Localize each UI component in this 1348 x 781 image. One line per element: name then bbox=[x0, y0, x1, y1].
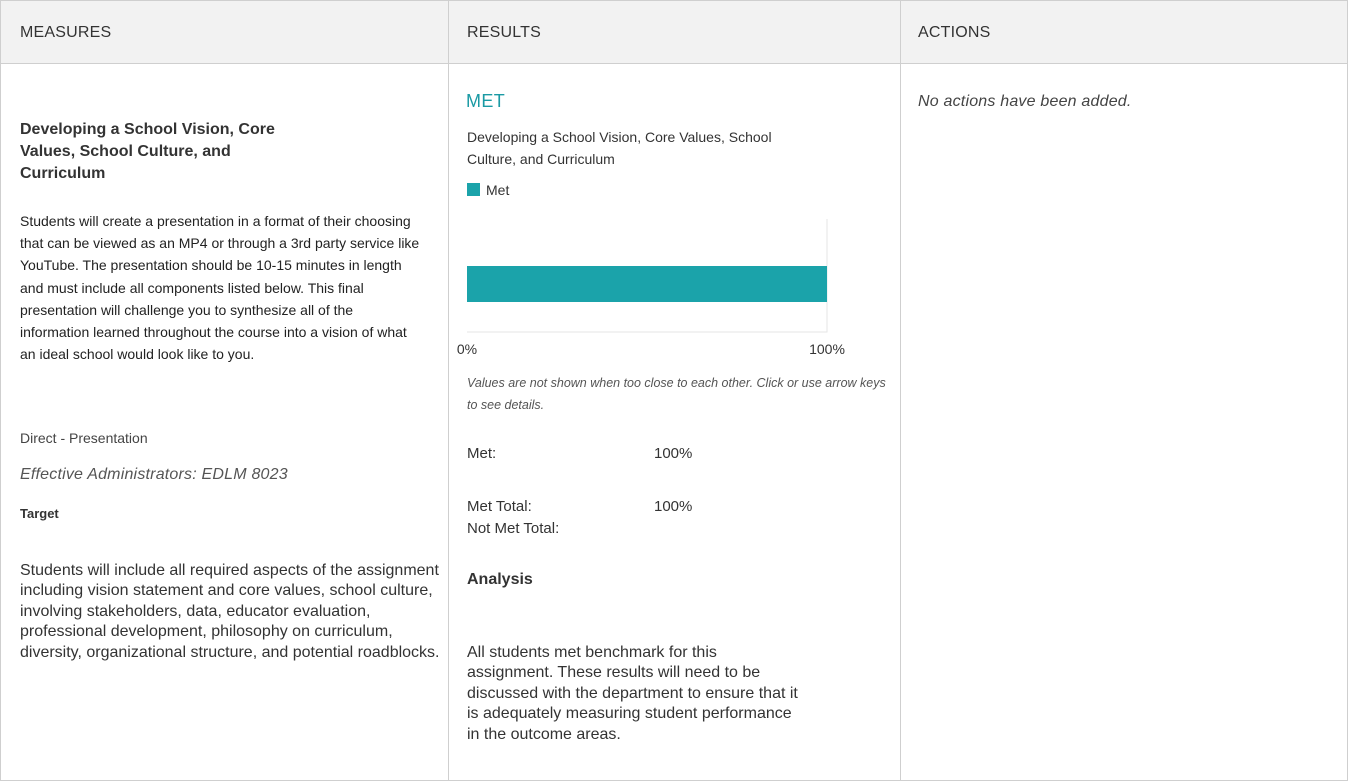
header-results: RESULTS bbox=[467, 24, 542, 41]
target-label: Target bbox=[20, 506, 59, 521]
measure-description: Students will create a presentation in a… bbox=[20, 213, 420, 363]
measures-results-table: MEASURES RESULTS ACTIONS Developing a Sc… bbox=[0, 0, 1348, 781]
analysis-text: All students met benchmark for this assi… bbox=[467, 644, 798, 743]
results-bar-chart[interactable]: 0% 100% bbox=[441, 219, 861, 364]
met-total-value: 100% bbox=[654, 498, 693, 515]
chart-legend: Met bbox=[467, 182, 509, 200]
header-actions: ACTIONS bbox=[918, 24, 991, 41]
legend-label-met: Met bbox=[486, 182, 510, 198]
met-value: 100% bbox=[654, 445, 693, 462]
met-label: Met: bbox=[467, 445, 497, 462]
table-header: MEASURES RESULTS ACTIONS bbox=[1, 1, 1347, 64]
measure-target: Students will include all required aspec… bbox=[20, 562, 440, 661]
measure-method: Direct - Presentation bbox=[20, 430, 148, 446]
chart-note: Values are not shown when too close to e… bbox=[467, 376, 886, 412]
legend-swatch bbox=[467, 183, 480, 196]
bar-met[interactable] bbox=[467, 266, 827, 302]
not-met-total-label: Not Met Total: bbox=[467, 520, 560, 537]
header-measures: MEASURES bbox=[20, 24, 112, 41]
column-divider bbox=[900, 1, 901, 780]
analysis-label: Analysis bbox=[467, 571, 533, 588]
met-total-label: Met Total: bbox=[467, 498, 532, 515]
x-tick-label: 100% bbox=[809, 341, 845, 357]
x-tick-label: 0% bbox=[457, 341, 477, 357]
measure-title: Developing a School Vision, Core Values,… bbox=[20, 121, 275, 182]
measure-course: Effective Administrators: EDLM 8023 bbox=[20, 466, 288, 483]
result-status: MET bbox=[466, 91, 506, 111]
column-divider bbox=[448, 1, 449, 780]
chart-title: Developing a School Vision, Core Values,… bbox=[467, 129, 772, 167]
actions-empty-message: No actions have been added. bbox=[918, 93, 1132, 110]
